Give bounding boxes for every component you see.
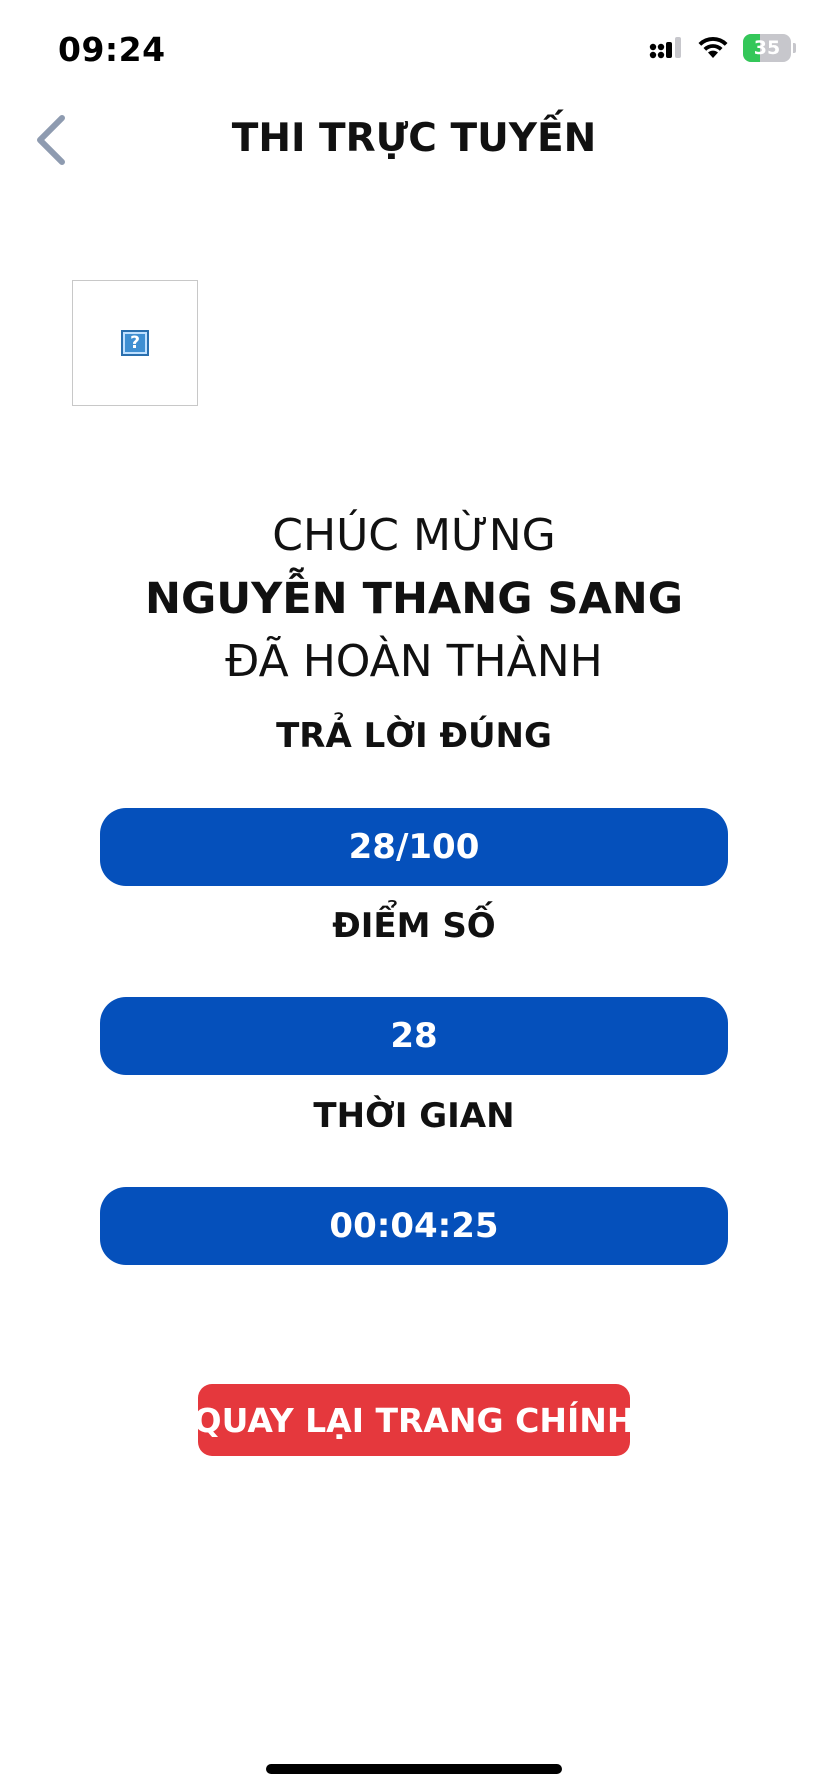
completed-text: ĐÃ HOÀN THÀNH xyxy=(225,636,603,687)
page-title: THI TRỰC TUYẾN xyxy=(231,116,597,161)
time-value: 00:04:25 xyxy=(100,1187,728,1265)
time-label: THỜI GIAN xyxy=(313,1096,515,1136)
battery-cap xyxy=(793,43,796,53)
cellular-signal-icon xyxy=(649,37,681,59)
home-indicator[interactable] xyxy=(266,1764,562,1774)
correct-answers-label: TRẢ LỜI ĐÚNG xyxy=(276,716,552,756)
broken-image-icon: ? xyxy=(121,330,149,356)
broken-image-placeholder: ? xyxy=(72,280,198,406)
user-name: NGUYỄN THANG SANG xyxy=(144,574,684,624)
status-icons: 35 xyxy=(649,34,796,62)
score-label: ĐIỂM SỐ xyxy=(332,906,496,946)
battery-level-text: 35 xyxy=(753,37,781,59)
back-to-home-button[interactable]: QUAY LẠI TRANG CHÍNH xyxy=(194,1384,634,1456)
score-value: 28 xyxy=(100,997,728,1075)
correct-answers-value: 28/100 xyxy=(100,808,728,886)
battery-charging-icon: 35 xyxy=(743,34,791,62)
quiz-result-screen: 09:24 35 THI TRỰC TUYẾN ? CHÚC MỪNG NGUY… xyxy=(0,0,828,1792)
wifi-icon xyxy=(698,36,728,58)
congrats-heading: CHÚC MỪNG xyxy=(272,510,556,561)
status-time: 09:24 xyxy=(58,30,166,69)
